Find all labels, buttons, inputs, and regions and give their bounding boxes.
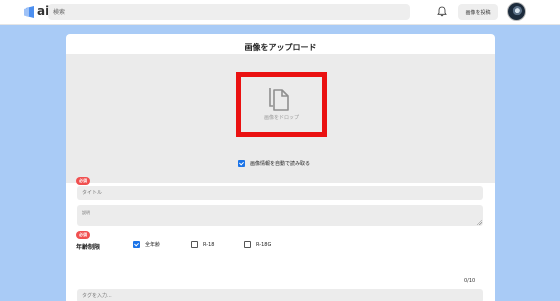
top-navigation-bar: aivy 画像を投稿 — [0, 0, 560, 25]
tag-counter: 0/10 — [464, 278, 476, 284]
age-all-checkbox[interactable] — [133, 241, 140, 248]
title-input[interactable] — [77, 186, 483, 200]
age-option-r18[interactable]: R-18 — [191, 241, 214, 248]
age-option-label: R-18 — [203, 241, 215, 248]
auto-read-label: 画像情報を自動で読み取る — [250, 161, 311, 167]
drop-label: 画像をドロップ — [263, 115, 299, 121]
bell-icon[interactable] — [437, 6, 447, 17]
textarea-resize-handle[interactable] — [476, 219, 482, 225]
auto-read-checkbox[interactable] — [238, 160, 245, 167]
age-r18g-checkbox[interactable] — [244, 241, 251, 248]
description-input[interactable] — [77, 205, 483, 226]
post-image-button[interactable]: 画像を投稿 — [458, 4, 498, 20]
age-option-r18g[interactable]: R-18G — [244, 241, 271, 248]
required-badge: 必須 — [76, 231, 90, 239]
tag-input[interactable] — [77, 289, 483, 301]
age-r18-checkbox[interactable] — [191, 241, 198, 248]
aivy-logo-icon — [24, 5, 34, 18]
age-option-label: 全年齢 — [145, 242, 161, 248]
page-title: 画像をアップロード — [244, 43, 317, 52]
search-input[interactable] — [48, 4, 410, 20]
auto-read-option[interactable]: 画像情報を自動で読み取る — [238, 160, 310, 167]
required-badge: 必須 — [76, 177, 90, 185]
user-avatar[interactable] — [507, 2, 526, 21]
age-restriction-label: 年齢制限 — [76, 244, 101, 251]
age-option-all[interactable]: 全年齢 — [133, 241, 160, 248]
upload-card: 画像をアップロード 画像をドロップ 画像情報を自動で読み取る 必須 必須 年齢制… — [66, 34, 495, 301]
age-option-label: R-18G — [256, 241, 272, 248]
file-copy-icon — [269, 88, 289, 111]
